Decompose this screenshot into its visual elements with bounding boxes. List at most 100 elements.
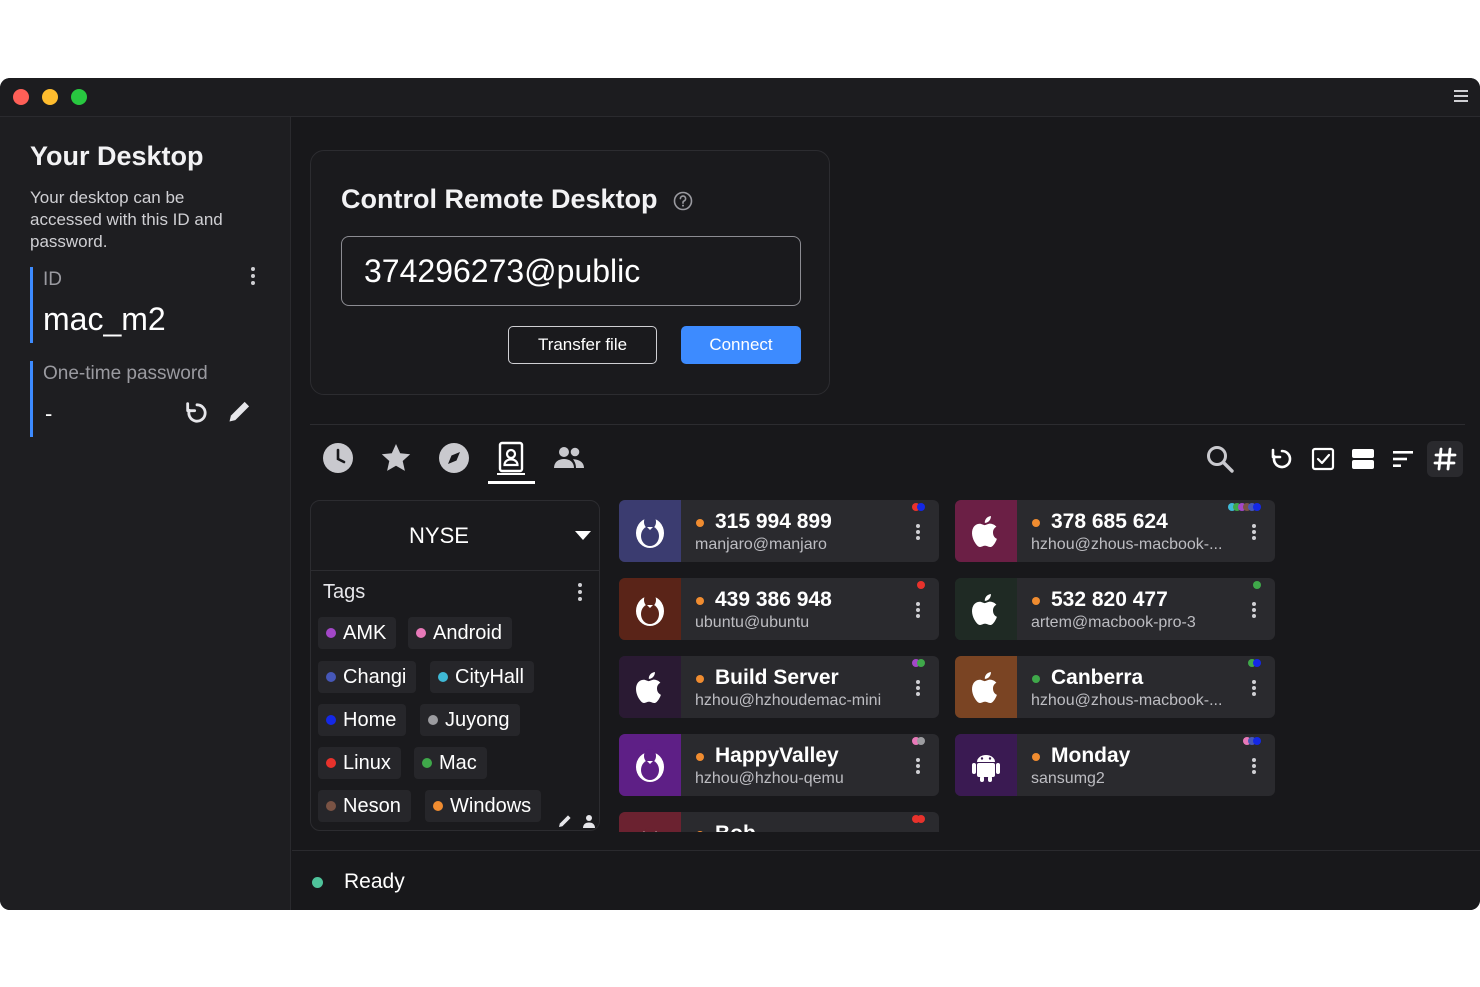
peer-card[interactable]: Monday sansumg2 <box>955 734 1275 796</box>
checkbox-icon <box>1311 447 1335 471</box>
tag-label: CityHall <box>455 665 524 688</box>
peer-card[interactable]: Bob <box>619 812 939 832</box>
remote-id-input[interactable] <box>341 236 801 306</box>
id-block: ID mac_m2 <box>30 267 265 343</box>
search-button[interactable] <box>1204 443 1236 475</box>
hamburger-menu-icon[interactable] <box>1454 90 1468 104</box>
peer-avatar <box>619 656 681 718</box>
tag-color-dot <box>428 715 438 725</box>
peer-more-icon[interactable] <box>1251 602 1257 622</box>
peer-card[interactable]: 439 386 948 ubuntu@ubuntu <box>619 578 939 640</box>
minimize-window-button[interactable] <box>42 89 58 105</box>
tag-juyong[interactable]: Juyong <box>420 704 520 736</box>
linux-penguin-icon <box>636 593 664 626</box>
your-desktop-title: Your Desktop <box>30 141 204 171</box>
tag-mac[interactable]: Mac <box>414 747 487 779</box>
sort-button[interactable] <box>1387 443 1419 475</box>
id-label: ID <box>43 269 62 290</box>
tag-label: Juyong <box>445 708 510 731</box>
peer-online-status <box>1032 519 1040 527</box>
maximize-window-button[interactable] <box>71 89 87 105</box>
peer-username: ubuntu@ubuntu <box>695 614 810 631</box>
peer-avatar <box>955 500 1017 562</box>
view-style-button[interactable] <box>1347 443 1379 475</box>
peer-more-icon[interactable] <box>1251 680 1257 700</box>
peer-name: Build Server <box>715 666 839 689</box>
peer-name: HappyValley <box>715 744 839 767</box>
peer-more-icon[interactable] <box>915 524 921 544</box>
peer-more-icon[interactable] <box>915 680 921 700</box>
peer-name: 378 685 624 <box>1051 510 1168 533</box>
peer-tag-dots <box>1248 659 1261 667</box>
peer-avatar <box>955 734 1017 796</box>
peer-name: 532 820 477 <box>1051 588 1168 611</box>
sort-icon <box>1393 451 1413 467</box>
tag-neson[interactable]: Neson <box>318 790 411 822</box>
tag-filter-button[interactable] <box>1427 441 1463 477</box>
edit-tags-icon[interactable] <box>557 813 573 829</box>
address-book-icon <box>497 441 525 475</box>
tag-label: Home <box>343 708 397 731</box>
tag-home[interactable]: Home <box>318 704 407 736</box>
peer-card[interactable]: 378 685 624 hzhou@zhous-macbook-... <box>955 500 1275 562</box>
tag-windows[interactable]: Windows <box>425 790 542 822</box>
peer-card[interactable]: 532 820 477 artem@macbook-pro-3 <box>955 578 1275 640</box>
peer-online-status <box>696 519 704 527</box>
status-text: Ready <box>344 870 405 893</box>
peer-name: Bob <box>715 822 756 832</box>
close-window-button[interactable] <box>13 89 29 105</box>
peer-avatar <box>955 656 1017 718</box>
hash-icon <box>1433 447 1457 471</box>
discovered-tab[interactable] <box>436 440 472 476</box>
tags-more-icon[interactable] <box>577 583 583 603</box>
recent-sessions-tab[interactable] <box>320 440 356 476</box>
tag-linux[interactable]: Linux <box>318 747 401 779</box>
transfer-file-button[interactable]: Transfer file <box>508 326 657 364</box>
peer-online-status <box>1032 675 1040 683</box>
tag-label: AMK <box>343 621 387 644</box>
id-more-icon[interactable] <box>250 267 256 287</box>
peer-card[interactable]: 315 994 899 manjaro@manjaro <box>619 500 939 562</box>
tag-amk[interactable]: AMK <box>318 617 397 649</box>
peer-more-icon[interactable] <box>1251 524 1257 544</box>
peer-username: hzhou@hzhoudemac-mini <box>695 692 882 709</box>
search-icon <box>1207 446 1234 473</box>
peer-avatar <box>619 578 681 640</box>
star-icon <box>381 444 411 471</box>
group-tab[interactable] <box>551 440 587 476</box>
tag-color-dot <box>326 628 336 638</box>
tag-label: Android <box>433 621 502 644</box>
edit-password-icon[interactable] <box>226 397 254 425</box>
tag-changi[interactable]: Changi <box>318 661 417 693</box>
peer-name: 439 386 948 <box>715 588 832 611</box>
help-icon[interactable] <box>673 191 693 211</box>
favorites-tab[interactable] <box>378 440 414 476</box>
address-book-tab[interactable] <box>493 440 529 476</box>
tag-color-dot <box>326 715 336 725</box>
select-mode-button[interactable] <box>1307 443 1339 475</box>
clock-icon <box>323 443 353 473</box>
address-book-select[interactable]: NYSE <box>311 501 599 571</box>
peer-tag-dots <box>912 659 925 667</box>
caret-down-icon <box>575 531 591 540</box>
refresh-password-icon[interactable] <box>183 399 211 427</box>
tag-color-dot <box>326 758 336 768</box>
tag-label: Neson <box>343 794 401 817</box>
refresh-peers-button[interactable] <box>1266 443 1298 475</box>
tag-color-dot <box>326 801 336 811</box>
address-book-name: NYSE <box>409 523 469 548</box>
peer-online-status <box>696 753 704 761</box>
peer-more-icon[interactable] <box>915 602 921 622</box>
tag-label: Linux <box>343 751 391 774</box>
peer-online-status <box>696 675 704 683</box>
peer-card[interactable]: Build Server hzhou@hzhoudemac-mini <box>619 656 939 718</box>
peer-more-icon[interactable] <box>1251 758 1257 778</box>
peer-avatar <box>955 578 1017 640</box>
person-filter-icon[interactable] <box>581 813 597 829</box>
peer-card[interactable]: Canberra hzhou@zhous-macbook-... <box>955 656 1275 718</box>
tag-cityhall[interactable]: CityHall <box>430 661 534 693</box>
peer-more-icon[interactable] <box>915 758 921 778</box>
peer-card[interactable]: HappyValley hzhou@hzhou-qemu <box>619 734 939 796</box>
connect-button[interactable]: Connect <box>681 326 801 364</box>
tag-android[interactable]: Android <box>408 617 512 649</box>
